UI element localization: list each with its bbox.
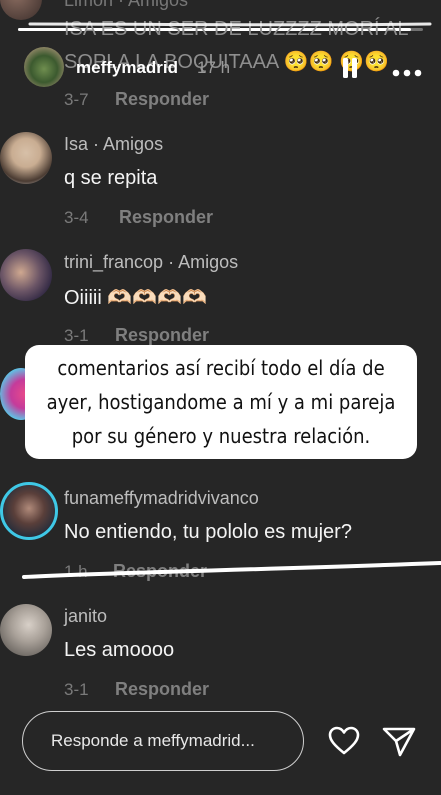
comment-4-username[interactable]: janito: [64, 606, 107, 627]
reply-input-placeholder: Responde a meffymadrid...: [51, 731, 255, 750]
comment-4-reply-button[interactable]: Responder: [115, 679, 209, 700]
avatar-top[interactable]: [0, 0, 42, 20]
overlay-line-1: comentarios así recibí todo el día de: [57, 356, 385, 380]
send-icon[interactable]: [382, 726, 416, 758]
avatar-janito[interactable]: [0, 604, 52, 656]
more-options-icon[interactable]: [392, 64, 422, 77]
comment-3-reply-button[interactable]: Responder: [113, 561, 207, 582]
overlay-line-3: por su género y nuestra relación.: [71, 424, 371, 448]
comment-1-username: Isa · Amigos: [64, 134, 164, 154]
avatar-funa[interactable]: [0, 482, 58, 540]
comment-1-time: 3-4: [64, 208, 89, 227]
comment-top-time: 3-7: [64, 90, 89, 109]
pause-icon[interactable]: [342, 57, 358, 79]
username-top[interactable]: Limon · Amigos: [64, 0, 188, 11]
story-text-overlay: comentarios así recibí todo el día de ay…: [25, 345, 417, 459]
avatar-isa[interactable]: [0, 132, 52, 184]
comment-2-name[interactable]: trini_francop: [64, 252, 163, 272]
comment-4-time: 3-1: [64, 680, 89, 699]
comment-2-relation: Amigos: [178, 252, 239, 272]
comment-4-text: Les amoooo: [64, 639, 175, 661]
comment-2-username: trini_francop · Amigos: [64, 252, 239, 272]
comment-1-relation: Amigos: [103, 134, 164, 154]
comment-top-reply-button[interactable]: Responder: [115, 89, 209, 110]
comment-1-name[interactable]: Isa: [64, 134, 88, 154]
story-time: 17 h: [197, 58, 231, 77]
comment-1-reply-button[interactable]: Responder: [119, 207, 213, 228]
overlay-line-2: ayer, hostigandome a mí y a mi pareja: [46, 390, 396, 414]
story-username[interactable]: meffymadrid: [76, 58, 178, 78]
comment-3-text: No entiendo, tu pololo es mujer?: [64, 521, 352, 543]
avatar-trini[interactable]: [0, 249, 52, 301]
heart-icon[interactable]: [328, 726, 360, 756]
comment-2-text: Oiiiii 🫶🏻🫶🏻🫶🏻🫶🏻: [64, 287, 207, 309]
comment-3-username[interactable]: funameffymadridvivanco: [64, 488, 259, 509]
story-avatar[interactable]: [24, 47, 64, 87]
comment-3-time: 1 h: [64, 562, 88, 581]
comment-2-time: 3-1: [64, 326, 89, 345]
comment-top-line1: ISA ES UN SER DE LUZZZZ MORÍ AL: [64, 18, 409, 40]
comment-1-text: q se repita: [64, 167, 158, 189]
comment-2-reply-button[interactable]: Responder: [115, 325, 209, 346]
reply-input[interactable]: Responde a meffymadrid...: [22, 711, 304, 771]
